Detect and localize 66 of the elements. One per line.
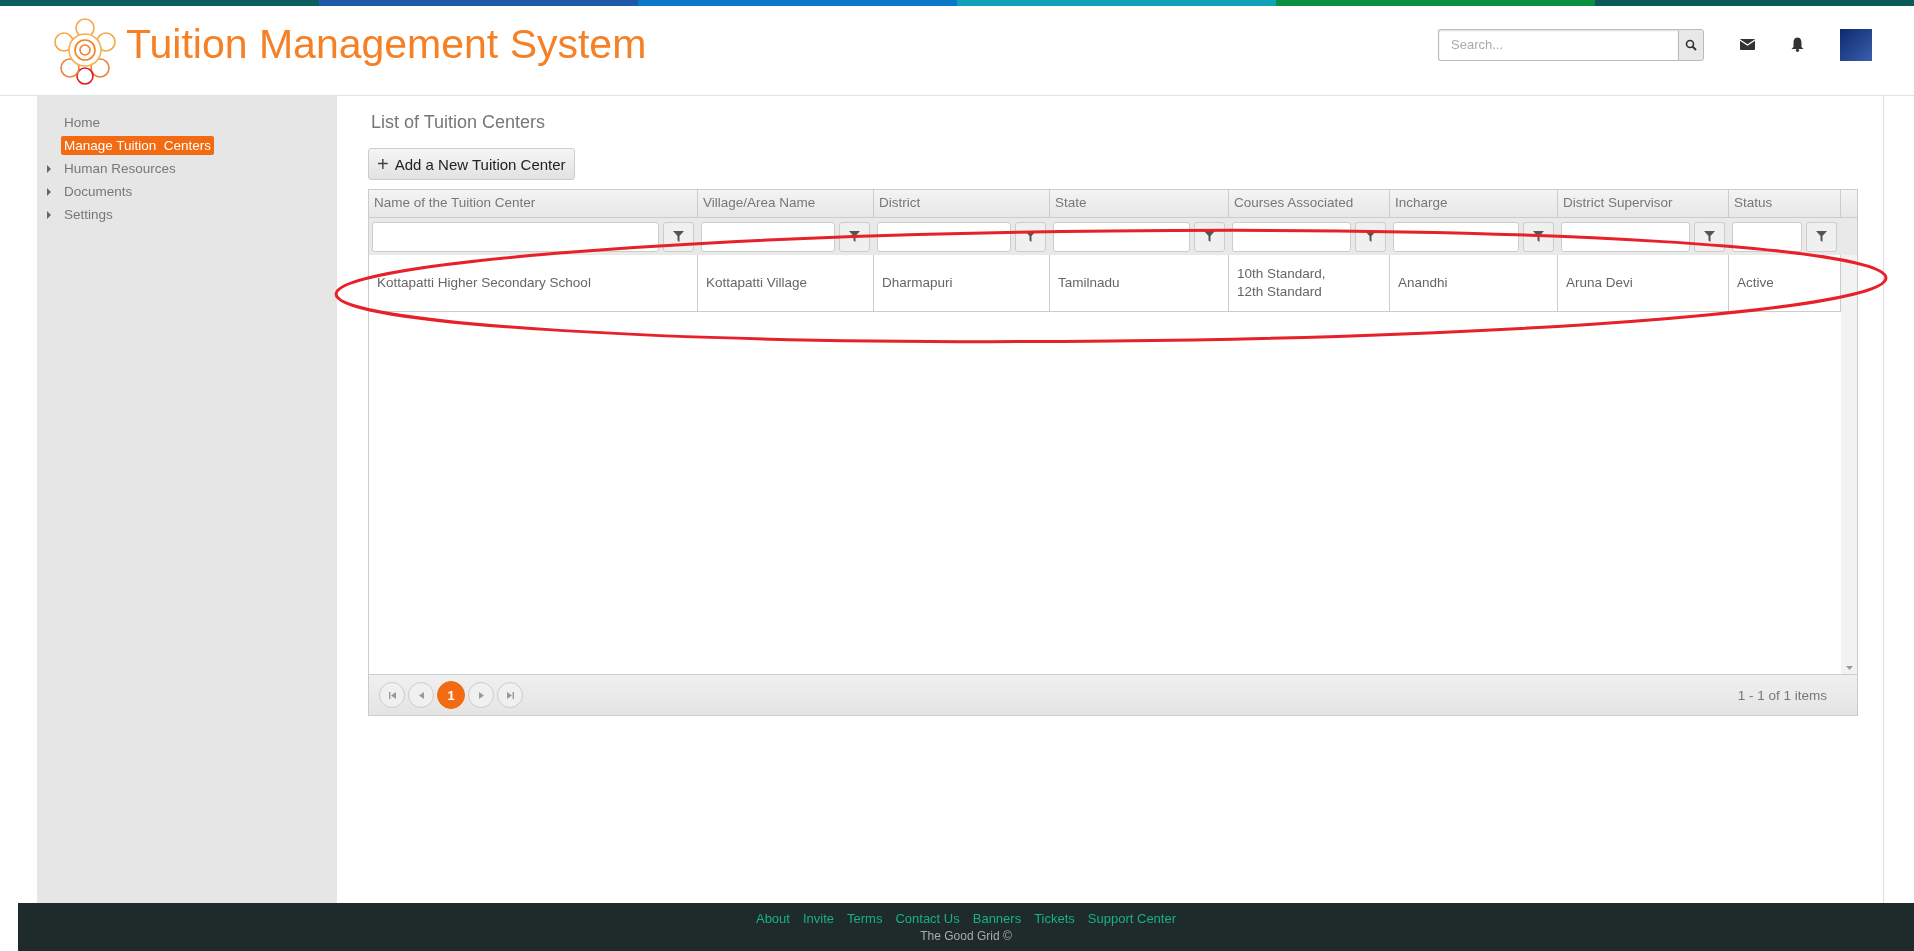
table-cell: 10th Standard, 12th Standard — [1229, 255, 1390, 311]
sidebar-item[interactable]: Manage Tuition Centers — [37, 134, 337, 157]
filter-input[interactable] — [1393, 221, 1519, 252]
column-header[interactable]: District Supervisor — [1558, 190, 1729, 217]
first-page-button[interactable] — [379, 682, 405, 708]
table-cell: Kottapatti Village — [698, 255, 874, 311]
filter-button[interactable] — [1523, 221, 1554, 252]
funnel-icon — [1204, 231, 1215, 242]
column-header[interactable]: District — [874, 190, 1050, 217]
footer-link[interactable]: About — [755, 911, 790, 926]
page-title: List of Tuition Centers — [371, 112, 547, 133]
filter-input[interactable] — [1732, 221, 1802, 252]
table-cell: Aruna Devi — [1558, 255, 1729, 311]
funnel-icon — [1025, 231, 1036, 242]
column-header[interactable]: Courses Associated — [1229, 190, 1390, 217]
search-field[interactable]: Search... — [1438, 28, 1678, 61]
funnel-icon — [1533, 231, 1544, 242]
search-button[interactable] — [1678, 28, 1704, 61]
filter-input[interactable] — [877, 221, 1011, 252]
copyright-text: The Good Grid © — [920, 929, 1012, 943]
funnel-icon — [1365, 231, 1376, 242]
funnel-icon — [673, 231, 684, 242]
filter-button[interactable] — [1694, 221, 1725, 252]
footer-link[interactable]: Terms — [847, 911, 883, 926]
last-page-button[interactable] — [497, 682, 523, 708]
column-header[interactable]: Name of the Tuition Center — [369, 190, 698, 217]
page-button[interactable]: 1 — [437, 681, 465, 709]
footer-link[interactable]: Banners — [972, 911, 1022, 926]
scrollbar[interactable] — [1841, 255, 1857, 674]
filter-button[interactable] — [1806, 221, 1837, 252]
sidebar-item[interactable]: Settings — [37, 203, 337, 226]
column-header[interactable]: State — [1050, 190, 1229, 217]
filter-button[interactable] — [663, 221, 694, 252]
table-cell: Dharmapuri — [874, 255, 1050, 311]
first-page-icon — [388, 691, 396, 699]
app-title: Tuition Management System — [126, 21, 647, 68]
column-header[interactable]: Status — [1729, 190, 1841, 217]
column-header[interactable]: Village/Area Name — [698, 190, 874, 217]
funnel-icon — [849, 231, 860, 242]
footer-link[interactable]: Invite — [802, 911, 835, 926]
sidebar-item[interactable]: Human Resources — [37, 157, 337, 180]
next-icon — [478, 691, 484, 699]
previous-icon — [418, 691, 424, 699]
scroll-down-icon[interactable] — [1845, 666, 1853, 670]
table-cell: Kottapatti Higher Secondary School — [369, 255, 698, 311]
add-tuition-center-button[interactable]: + Add a New Tuition Center — [368, 148, 575, 180]
search-icon — [1685, 38, 1697, 51]
last-page-icon — [506, 691, 514, 699]
envelope-icon[interactable] — [1740, 39, 1755, 50]
funnel-icon — [1816, 231, 1827, 242]
footer-link[interactable]: Tickets — [1034, 911, 1075, 926]
footer-link[interactable]: Contact Us — [895, 911, 960, 926]
filter-input[interactable] — [701, 221, 835, 252]
sidebar-item[interactable]: Documents — [37, 180, 337, 203]
funnel-icon — [1704, 231, 1715, 242]
bell-icon[interactable] — [1791, 37, 1804, 52]
column-header[interactable]: Incharge — [1390, 190, 1558, 217]
table-cell: Anandhi — [1390, 255, 1558, 311]
filter-button[interactable] — [1355, 221, 1386, 252]
table-cell: Tamilnadu — [1050, 255, 1229, 311]
pager-info: 1 - 1 of 1 items — [1737, 687, 1827, 703]
sidebar-item[interactable]: Home — [37, 111, 337, 134]
filter-input[interactable] — [1561, 221, 1690, 252]
footer-link[interactable]: Support Center — [1087, 911, 1177, 926]
avatar-image[interactable] — [1840, 28, 1872, 61]
filter-input[interactable] — [372, 221, 659, 252]
